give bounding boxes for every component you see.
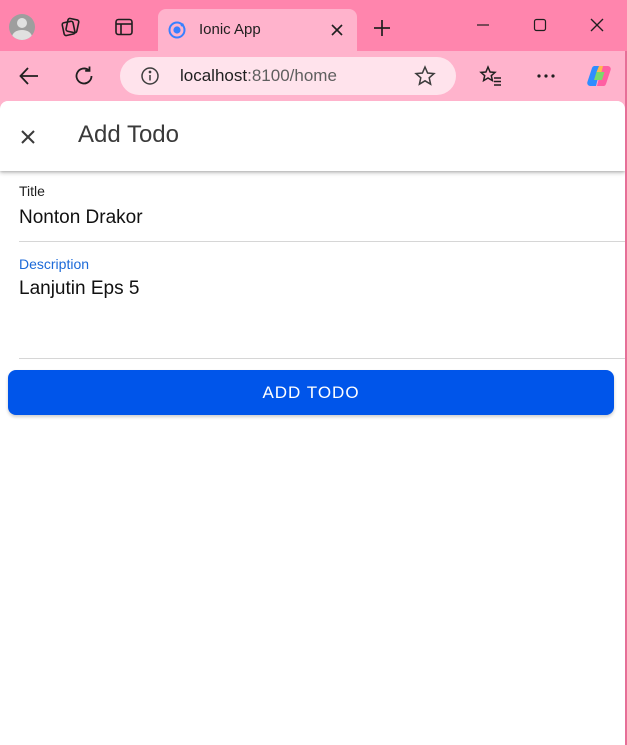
close-modal-button[interactable] bbox=[16, 125, 40, 149]
active-tab[interactable]: Ionic App bbox=[158, 9, 357, 51]
add-todo-button[interactable]: ADD TODO bbox=[8, 370, 614, 415]
favorites-list-icon[interactable] bbox=[476, 61, 506, 91]
workspaces-icon[interactable] bbox=[55, 11, 87, 43]
copilot-icon[interactable] bbox=[584, 61, 614, 91]
close-icon bbox=[21, 130, 35, 144]
maximize-button[interactable] bbox=[517, 10, 563, 40]
tab-bar: Ionic App bbox=[0, 0, 627, 51]
vertical-tabs-icon[interactable] bbox=[108, 11, 140, 43]
profile-avatar-icon[interactable] bbox=[6, 11, 38, 43]
info-icon[interactable] bbox=[140, 66, 160, 86]
minimize-button[interactable] bbox=[460, 10, 506, 40]
modal-header: Add Todo bbox=[0, 101, 625, 171]
app-content: Add Todo Title Description Lanjutin Eps … bbox=[0, 101, 625, 745]
back-button[interactable] bbox=[14, 61, 44, 91]
star-icon[interactable] bbox=[414, 65, 436, 87]
url-host: localhost bbox=[180, 66, 248, 85]
ionic-logo-icon bbox=[168, 21, 186, 39]
title-input[interactable] bbox=[19, 207, 579, 229]
description-label: Description bbox=[19, 256, 90, 272]
new-tab-button[interactable] bbox=[370, 16, 394, 40]
description-textarea[interactable]: Lanjutin Eps 5 bbox=[19, 278, 139, 300]
browser-toolbar: localhost:8100/home bbox=[0, 51, 625, 101]
address-bar[interactable]: localhost:8100/home bbox=[120, 57, 456, 95]
url-path: :8100/home bbox=[247, 66, 337, 85]
more-dots-icon[interactable] bbox=[531, 61, 561, 91]
page-title: Add Todo bbox=[78, 121, 179, 148]
refresh-button[interactable] bbox=[69, 61, 99, 91]
tab-title: Ionic App bbox=[199, 21, 261, 38]
description-field[interactable]: Description Lanjutin Eps 5 bbox=[19, 242, 625, 359]
url-text[interactable]: localhost:8100/home bbox=[180, 66, 337, 86]
title-field[interactable]: Title bbox=[19, 171, 625, 242]
browser-window: Ionic App localhost:8100/home Add Todo T… bbox=[0, 0, 627, 745]
title-label: Title bbox=[19, 183, 45, 199]
window-close-button[interactable] bbox=[574, 10, 620, 40]
tab-close-icon[interactable] bbox=[327, 20, 347, 40]
